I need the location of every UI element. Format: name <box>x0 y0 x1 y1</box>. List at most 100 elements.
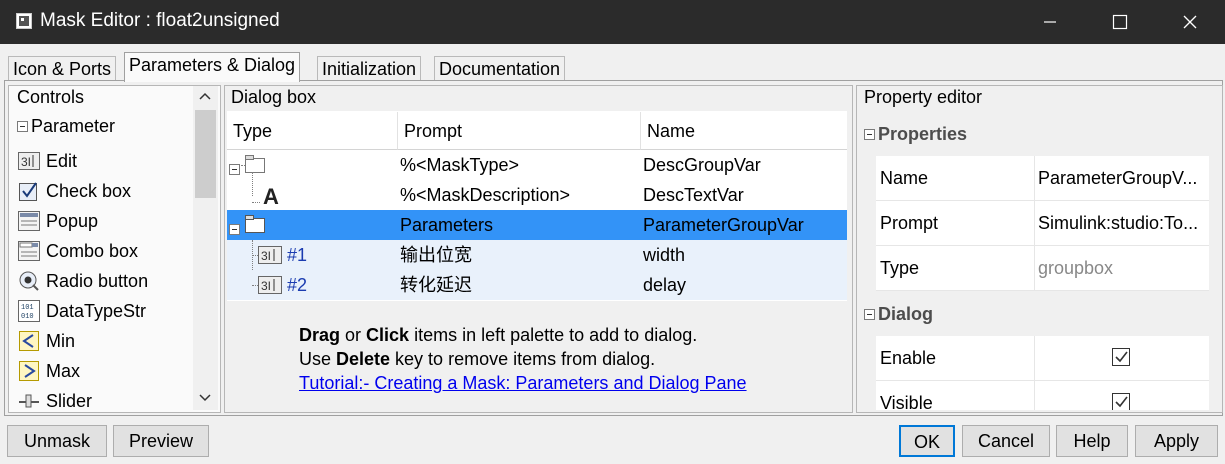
table-row[interactable]: 3I #2 转化延迟 delay <box>227 270 847 300</box>
collapse-icon[interactable] <box>229 224 240 235</box>
help-button[interactable]: Help <box>1056 425 1128 457</box>
control-item-slider[interactable]: Slider <box>18 387 92 415</box>
window-title: Mask Editor : float2unsigned <box>40 10 280 31</box>
row-type: #2 <box>287 275 308 295</box>
tab-parameters-dialog[interactable]: Parameters & Dialog <box>124 52 301 82</box>
property-row-prompt[interactable]: Prompt Simulink:studio:To... <box>876 201 1209 246</box>
control-item-datatypestr[interactable]: 101 010 DataTypeStr <box>18 297 146 325</box>
property-editor-header: Property editor <box>864 87 983 107</box>
collapse-icon[interactable] <box>864 309 875 320</box>
visible-checkbox[interactable] <box>1112 393 1130 410</box>
collapse-icon[interactable] <box>17 121 28 132</box>
property-key: Visible <box>880 393 933 410</box>
tab-icon-ports[interactable]: Icon & Ports <box>8 56 117 81</box>
control-item-label: Min <box>46 330 76 351</box>
hint-line-1: Drag or Click items in left palette to a… <box>299 325 698 345</box>
apply-button[interactable]: Apply <box>1135 425 1218 457</box>
max-icon <box>18 360 40 382</box>
svg-text:101: 101 <box>21 304 34 312</box>
group-icon <box>245 155 267 178</box>
close-icon <box>1183 15 1197 29</box>
property-key: Name <box>880 168 929 188</box>
table-row[interactable]: %<MaskType> DescGroupVar <box>227 150 847 196</box>
svg-text:3I: 3I <box>261 279 271 293</box>
scrollbar-thumb[interactable] <box>195 110 216 198</box>
property-row-type[interactable]: Type groupbox <box>876 246 1209 291</box>
row-name: width <box>643 245 686 265</box>
enable-checkbox[interactable] <box>1112 348 1130 366</box>
group-icon <box>245 215 267 238</box>
property-key: Prompt <box>880 213 939 233</box>
cancel-button[interactable]: Cancel <box>962 425 1050 457</box>
row-prompt: %<MaskType> <box>400 155 520 175</box>
property-row-visible[interactable]: Visible <box>876 381 1209 410</box>
column-header-type[interactable]: Type <box>227 112 398 150</box>
control-item-label: Check box <box>46 180 132 201</box>
column-header-name[interactable]: Name <box>641 112 847 150</box>
title-bar: Mask Editor : float2unsigned <box>0 0 1225 44</box>
maximize-button[interactable] <box>1085 0 1155 44</box>
property-key: Enable <box>880 348 937 368</box>
minimize-button[interactable] <box>1015 0 1085 44</box>
row-name: ParameterGroupVar <box>643 215 804 235</box>
ok-button[interactable]: OK <box>899 425 955 457</box>
control-item-edit[interactable]: 3I Edit <box>18 147 77 175</box>
control-item-radio[interactable]: Radio button <box>18 267 148 295</box>
close-button[interactable] <box>1155 0 1225 44</box>
collapse-icon[interactable] <box>864 129 875 140</box>
preview-button[interactable]: Preview <box>113 425 209 457</box>
control-item-min[interactable]: Min <box>18 327 75 355</box>
scroll-up-icon <box>199 92 211 100</box>
tutorial-link-row: Tutorial:- Creating a Mask: Parameters a… <box>299 373 747 394</box>
property-value[interactable]: Simulink:studio:To... <box>1038 201 1208 245</box>
tutorial-link[interactable]: Tutorial:- Creating a Mask: Parameters a… <box>299 373 747 393</box>
dialog-section[interactable]: Dialog <box>864 304 933 325</box>
svg-text:3I: 3I <box>21 155 31 169</box>
parameter-group-label: Parameter <box>31 116 116 136</box>
combobox-icon <box>18 240 40 262</box>
property-row-enable[interactable]: Enable <box>876 336 1209 381</box>
controls-scrollbar[interactable] <box>193 86 218 410</box>
table-row[interactable]: A %<MaskDescription> DescTextVar <box>227 180 847 210</box>
row-prompt: 转化延迟 <box>400 275 472 295</box>
control-item-label: Popup <box>46 210 99 231</box>
controls-header: Controls <box>17 87 85 107</box>
check-icon <box>1115 351 1128 363</box>
row-prompt: %<MaskDescription> <box>400 185 571 205</box>
tab-initialization[interactable]: Initialization <box>317 56 422 81</box>
text-icon: A <box>263 184 279 209</box>
control-item-label: Edit <box>46 150 78 171</box>
edit-icon: 3I <box>258 246 282 269</box>
control-item-checkbox[interactable]: Check box <box>18 177 131 205</box>
unmask-button[interactable]: Unmask <box>7 425 107 457</box>
control-item-popup[interactable]: Popup <box>18 207 98 235</box>
property-value[interactable]: ParameterGroupV... <box>1038 156 1208 200</box>
maximize-icon <box>1112 14 1128 30</box>
property-key: Type <box>880 258 920 278</box>
row-name: delay <box>643 275 687 295</box>
datatype-icon: 101 010 <box>18 300 40 322</box>
table-row[interactable]: 3I #1 输出位宽 width <box>227 240 847 286</box>
tab-documentation[interactable]: Documentation <box>434 56 566 81</box>
collapse-icon[interactable] <box>229 164 240 175</box>
slider-icon <box>18 390 40 412</box>
minimize-icon <box>1044 21 1056 23</box>
control-item-max[interactable]: Max <box>18 357 80 385</box>
app-icon <box>16 13 32 29</box>
edit-icon: 3I <box>258 276 282 299</box>
row-prompt: 输出位宽 <box>400 245 472 265</box>
property-row-name[interactable]: Name ParameterGroupV... <box>876 156 1209 201</box>
table-row-selected[interactable]: Parameters ParameterGroupVar <box>227 210 847 240</box>
column-header-prompt[interactable]: Prompt <box>398 112 641 150</box>
row-type: #1 <box>287 245 308 265</box>
popup-icon <box>18 210 40 232</box>
control-item-combobox[interactable]: Combo box <box>18 237 138 265</box>
dialog-box-header: Dialog box <box>231 87 317 107</box>
svg-text:3I: 3I <box>261 249 271 263</box>
row-prompt: Parameters <box>400 215 494 235</box>
parameter-group[interactable]: Parameter <box>17 116 115 137</box>
dialog-section-label: Dialog <box>878 304 934 324</box>
check-icon <box>1115 396 1128 408</box>
properties-section-label: Properties <box>878 124 968 144</box>
properties-section[interactable]: Properties <box>864 124 967 145</box>
